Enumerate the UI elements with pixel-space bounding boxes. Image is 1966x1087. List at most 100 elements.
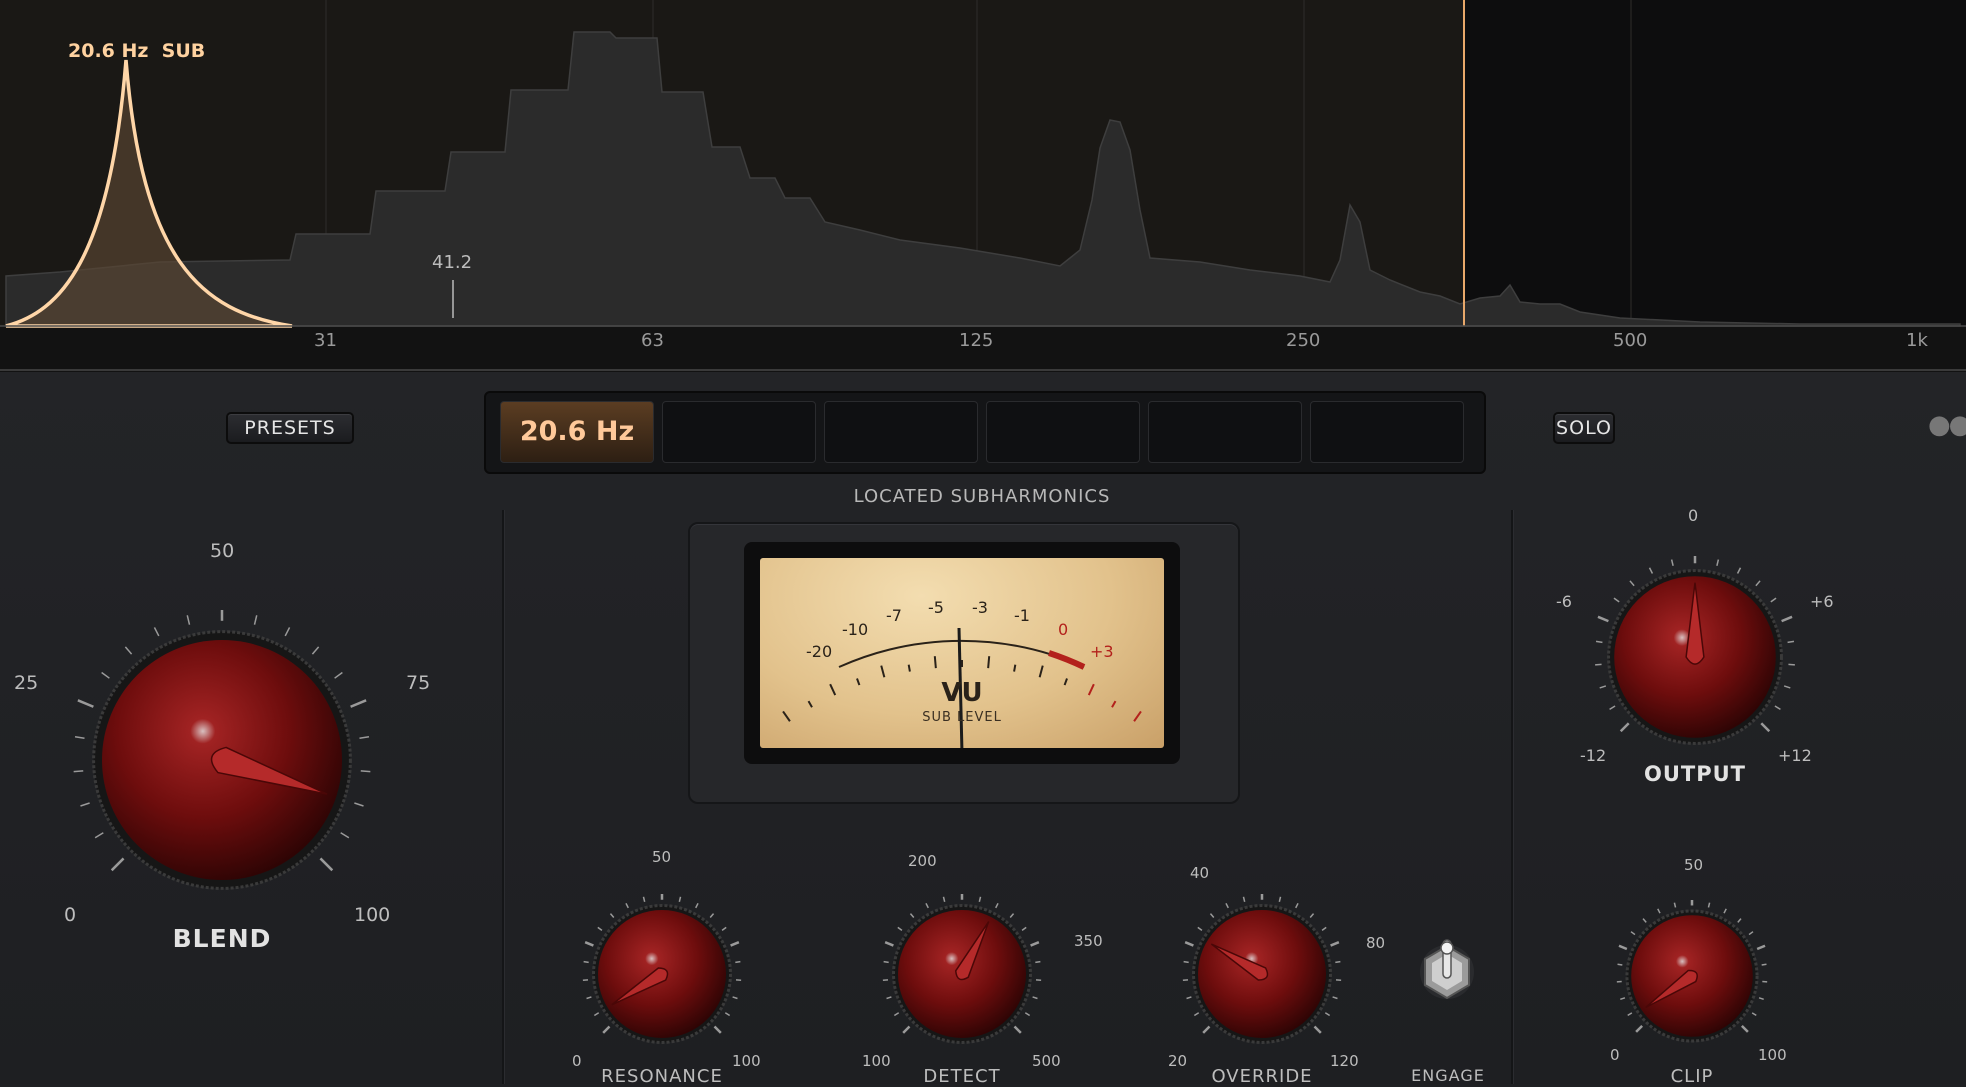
more-dots-icon[interactable]: ●●● <box>1928 418 1966 438</box>
resonance-tick <box>643 897 644 902</box>
override-scale-120: 120 <box>1330 1052 1359 1070</box>
presets-button[interactable]: PRESETS <box>226 412 354 444</box>
output-tick <box>1717 560 1719 566</box>
blend-tick <box>95 833 103 838</box>
blend-tick <box>102 673 110 679</box>
detect-tick <box>887 997 892 999</box>
override-scale-20: 20 <box>1168 1052 1187 1070</box>
override-scale-80: 80 <box>1366 934 1385 952</box>
output-label: OUTPUT <box>1595 762 1795 786</box>
resonance-tick <box>710 914 713 918</box>
slot-6[interactable] <box>1310 401 1464 463</box>
section-divider-right <box>1511 510 1513 1084</box>
vu-label-m10: -10 <box>842 620 868 639</box>
blend-tick <box>312 647 318 654</box>
detect-tick <box>979 897 980 902</box>
override-tick <box>1243 897 1244 902</box>
override-tick <box>1279 897 1280 902</box>
resonance-tick <box>626 903 628 908</box>
slot-3[interactable] <box>824 401 978 463</box>
blend-tick <box>354 803 363 806</box>
output-tick <box>1756 581 1760 586</box>
detect-knob[interactable] <box>882 894 1042 1054</box>
override-knob[interactable] <box>1182 894 1342 1054</box>
output-knob[interactable] <box>1594 556 1796 758</box>
detect-scale-100: 100 <box>862 1052 891 1070</box>
subharmonic-slots: 20.6 Hz <box>484 391 1486 474</box>
resonance-tick <box>598 927 602 930</box>
detect-tick <box>943 897 944 902</box>
vu-label-m20: -20 <box>806 642 832 661</box>
detect-tick <box>894 1013 898 1016</box>
section-divider-left <box>502 510 504 1084</box>
resonance-tick <box>731 942 739 945</box>
clip-tick <box>1618 964 1623 965</box>
slot-1[interactable]: 20.6 Hz <box>500 401 654 463</box>
detect-tick <box>1022 927 1026 930</box>
blend-tick <box>335 673 343 679</box>
override-tick <box>1325 1013 1329 1016</box>
clip-knob[interactable] <box>1616 900 1768 1052</box>
blend-tick <box>359 737 368 739</box>
output-scale-m6: -6 <box>1556 592 1572 611</box>
freq-label-31: 31 <box>314 330 337 351</box>
blend-tick <box>285 627 289 636</box>
blend-scale-25: 25 <box>14 672 38 694</box>
toggle-switch-icon <box>1418 938 1476 1002</box>
vu-label-m5: -5 <box>928 598 944 617</box>
override-tick <box>1185 942 1193 945</box>
spectrum-analyzer[interactable]: 20.6 Hz SUB 41.2 31 63 125 250 500 1k <box>0 0 1966 372</box>
detect-tick <box>903 1026 909 1032</box>
solo-button[interactable]: SOLO <box>1553 412 1615 444</box>
clip-tick <box>1619 946 1627 949</box>
blend-label: BLEND <box>122 924 322 953</box>
resonance-tick <box>584 962 589 963</box>
blend-tick <box>74 771 84 772</box>
detect-tick <box>1010 914 1013 918</box>
detect-tick <box>1033 997 1038 999</box>
vu-label-m1: -1 <box>1014 606 1030 625</box>
slot-2[interactable] <box>662 401 816 463</box>
output-knob-graphic <box>1594 556 1796 758</box>
clip-tick <box>1724 909 1726 913</box>
clip-tick <box>1636 1026 1642 1032</box>
engage-label: ENGAGE <box>1388 1066 1508 1085</box>
vu-label-p3: +3 <box>1090 642 1114 661</box>
resonance-tick <box>587 997 592 999</box>
resonance-tick <box>733 997 738 999</box>
output-tick <box>1596 641 1602 642</box>
blend-tick <box>80 803 89 806</box>
detect-tick <box>1035 962 1040 963</box>
blend-tick <box>125 647 131 654</box>
detect-scale-500: 500 <box>1032 1052 1061 1070</box>
freq-label-500: 500 <box>1613 330 1647 351</box>
blend-knob[interactable] <box>72 610 372 910</box>
detect-tick <box>884 962 889 963</box>
resonance-tick <box>594 1013 598 1016</box>
output-tick <box>1761 723 1769 731</box>
engage-toggle[interactable] <box>1418 938 1476 1002</box>
vu-meter-face: -20 -10 -7 -5 -3 -1 0 +3 VU SUB LEVEL <box>760 558 1164 748</box>
output-tick <box>1595 664 1601 665</box>
slot-5[interactable] <box>1148 401 1302 463</box>
vu-tick <box>935 656 936 668</box>
freq-label-1k: 1k <box>1906 330 1928 351</box>
resonance-knob[interactable] <box>582 894 742 1054</box>
output-tick <box>1672 560 1674 566</box>
resonance-tick <box>679 897 680 902</box>
detect-tick <box>885 942 893 945</box>
override-knob-graphic <box>1182 894 1342 1054</box>
override-tick <box>1210 914 1213 918</box>
vu-title: VU <box>760 678 1164 708</box>
override-tick <box>1187 997 1192 999</box>
override-tick <box>1194 1013 1198 1016</box>
freq-label-63: 63 <box>641 330 664 351</box>
output-tick <box>1782 617 1792 621</box>
override-tick <box>1198 927 1202 930</box>
slot-4[interactable] <box>986 401 1140 463</box>
resonance-tick <box>725 1013 729 1016</box>
blend-tick <box>254 615 256 624</box>
detect-knob-graphic <box>882 894 1042 1054</box>
section-title: LOCATED SUBHARMONICS <box>830 486 1134 507</box>
output-tick <box>1650 568 1653 574</box>
